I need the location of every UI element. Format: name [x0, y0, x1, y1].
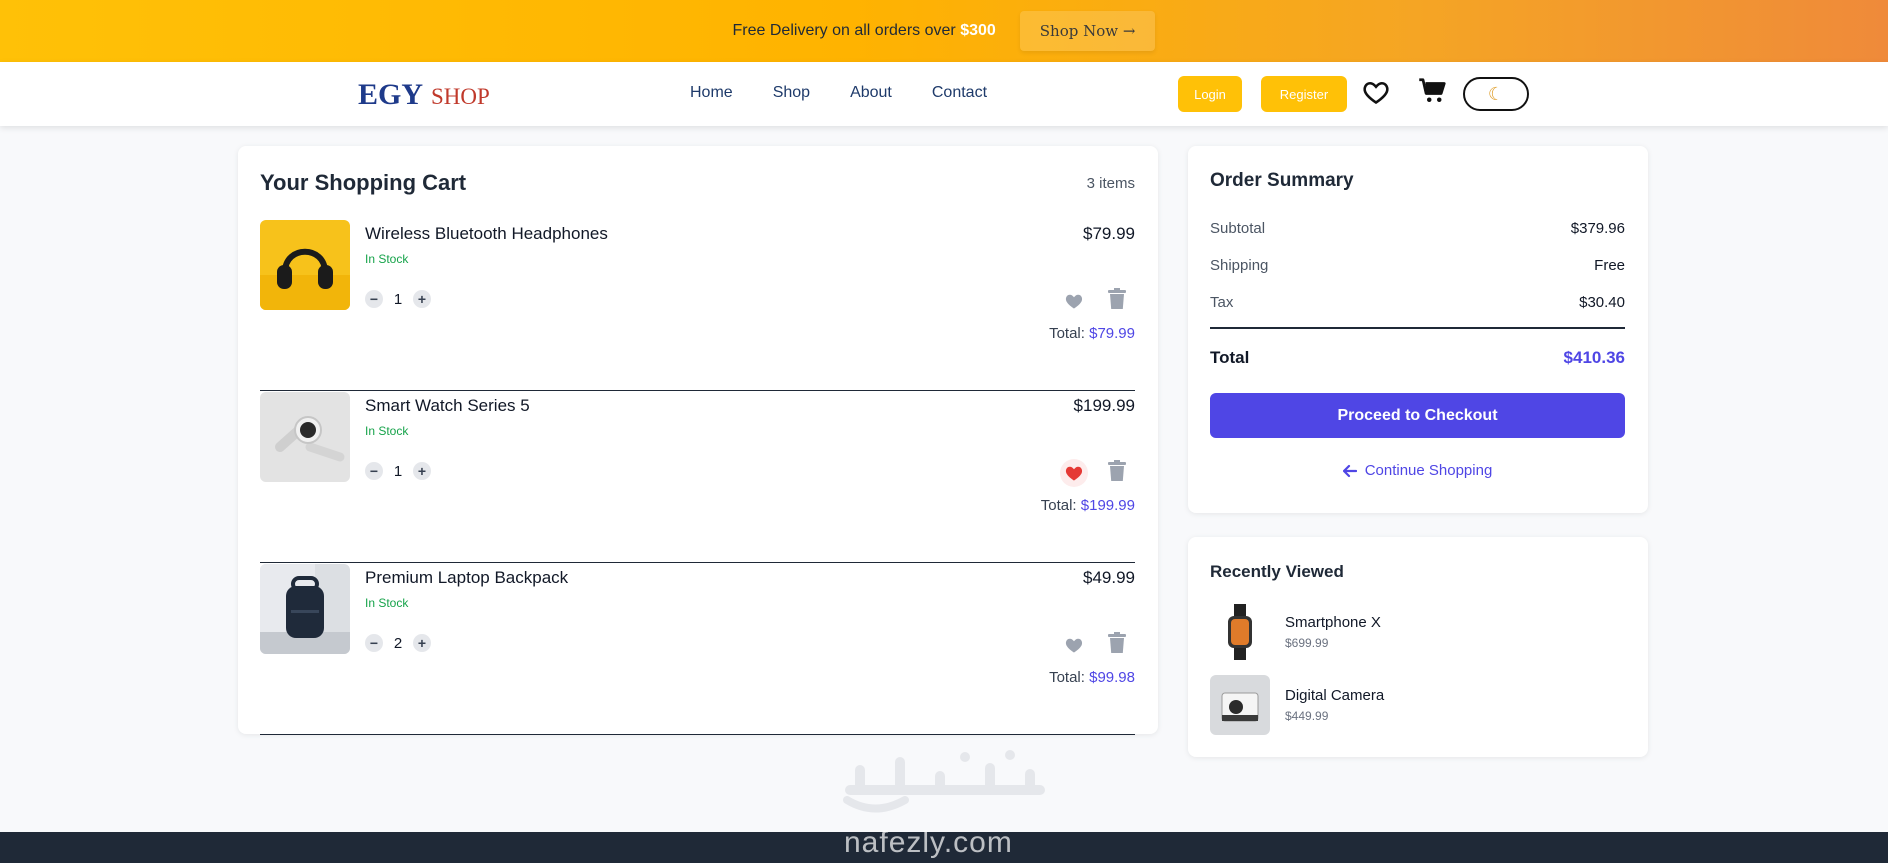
recent-item-price: $449.99 — [1285, 709, 1329, 723]
register-button[interactable]: Register — [1261, 76, 1347, 112]
item-name[interactable]: Wireless Bluetooth Headphones — [365, 224, 608, 244]
shipping-value: Free — [1594, 257, 1625, 274]
item-price: $79.99 — [1083, 224, 1135, 243]
line-total-label: Total: — [1049, 325, 1085, 342]
quantity-stepper: − 1 + — [365, 462, 431, 480]
summary-divider — [1210, 327, 1625, 329]
nav-contact[interactable]: Contact — [932, 84, 987, 102]
total-value: $410.36 — [1563, 348, 1625, 367]
stock-status: In Stock — [365, 596, 409, 610]
nav-home[interactable]: Home — [690, 84, 733, 102]
promo-message: Free Delivery on all orders over — [732, 22, 956, 39]
cart-item: Wireless Bluetooth Headphones In Stock −… — [260, 220, 1135, 391]
quantity-value: 2 — [393, 634, 403, 652]
nav-shop[interactable]: Shop — [773, 84, 810, 102]
stock-status: In Stock — [365, 424, 409, 438]
tax-value: $30.40 — [1579, 294, 1625, 311]
item-name[interactable]: Smart Watch Series 5 — [365, 396, 530, 416]
heart-icon[interactable] — [1362, 78, 1390, 106]
arrow-left-icon — [1342, 464, 1357, 477]
product-image-smartwatch[interactable] — [260, 392, 350, 482]
total-label: Total — [1210, 348, 1250, 367]
watermark-logo — [835, 745, 1060, 820]
continue-shopping-label: Continue Shopping — [1364, 462, 1493, 479]
line-total-value: $79.99 — [1089, 325, 1135, 342]
shipping-row: Shipping Free — [1210, 257, 1625, 274]
shopping-cart: Your Shopping Cart 3 items Wireless Blue… — [238, 146, 1158, 735]
subtotal-label: Subtotal — [1210, 220, 1266, 237]
line-total: Total: $99.98 — [1049, 669, 1135, 686]
increase-qty-button[interactable]: + — [413, 462, 431, 480]
promo-banner: Free Delivery on all orders over $300 Sh… — [0, 0, 1888, 62]
continue-shopping-link[interactable]: Continue Shopping — [1210, 462, 1625, 479]
watermark-text: nafezly.com — [844, 826, 1013, 859]
subtotal-value: $379.96 — [1570, 220, 1625, 237]
subtotal-row: Subtotal $379.96 — [1210, 220, 1625, 237]
trash-icon[interactable] — [1107, 288, 1129, 312]
quantity-stepper: − 2 + — [365, 634, 431, 652]
favorite-heart-icon[interactable] — [1060, 631, 1088, 659]
line-total-label: Total: — [1040, 497, 1077, 514]
product-image-headphones[interactable] — [260, 220, 350, 310]
nav-about[interactable]: About — [850, 84, 892, 102]
promo-text: Free Delivery on all orders over $300 — [733, 22, 996, 40]
recent-title: Recently Viewed — [1210, 562, 1344, 581]
logo[interactable]: EGY SHOP — [358, 78, 490, 112]
tax-row: Tax $30.40 — [1210, 294, 1625, 311]
nav-links: Home Shop About Contact — [690, 84, 987, 102]
decrease-qty-button[interactable]: − — [365, 634, 383, 652]
favorite-heart-icon[interactable] — [1060, 459, 1088, 487]
summary-title: Order Summary — [1210, 170, 1354, 191]
recent-item-name: Digital Camera — [1285, 687, 1385, 704]
decrease-qty-button[interactable]: − — [365, 462, 383, 480]
recently-viewed: Recently Viewed Smartphone X $699.99 Dig… — [1188, 537, 1648, 757]
stock-status: In Stock — [365, 252, 409, 266]
quantity-value: 1 — [393, 290, 403, 308]
theme-toggle[interactable]: ☾ — [1463, 77, 1529, 111]
cart-title: Your Shopping Cart — [260, 170, 467, 195]
logo-shop: SHOP — [431, 84, 490, 109]
item-price: $199.99 — [1073, 396, 1135, 415]
line-total: Total: $199.99 — [1041, 497, 1135, 514]
login-button[interactable]: Login — [1178, 76, 1242, 112]
favorite-heart-icon[interactable] — [1060, 287, 1088, 315]
recent-item[interactable]: Digital Camera $449.99 — [1210, 675, 1610, 735]
quantity-value: 1 — [393, 462, 403, 480]
line-total-value: $99.98 — [1089, 669, 1135, 686]
cart-item: Smart Watch Series 5 In Stock − 1 + $199… — [260, 392, 1135, 563]
tax-label: Tax — [1210, 294, 1234, 311]
trash-icon[interactable] — [1107, 632, 1129, 656]
increase-qty-button[interactable]: + — [413, 290, 431, 308]
item-name[interactable]: Premium Laptop Backpack — [365, 568, 568, 588]
line-total: Total: $79.99 — [1049, 325, 1135, 342]
line-total-label: Total: — [1049, 669, 1085, 686]
logo-egy: EGY — [358, 78, 424, 111]
item-price: $49.99 — [1083, 568, 1135, 587]
quantity-stepper: − 1 + — [365, 290, 431, 308]
order-summary: Order Summary Subtotal $379.96 Shipping … — [1188, 146, 1648, 513]
moon-icon: ☾ — [1487, 83, 1505, 104]
line-total-value: $199.99 — [1080, 497, 1135, 514]
navbar: EGY SHOP Home Shop About Contact Login Re… — [0, 62, 1888, 126]
checkout-button[interactable]: Proceed to Checkout — [1210, 393, 1625, 438]
total-row: Total $410.36 — [1210, 348, 1625, 368]
cart-item: Premium Laptop Backpack In Stock − 2 + $… — [260, 564, 1135, 735]
cart-item-count: 3 items — [1086, 175, 1135, 192]
recent-item[interactable]: Smartphone X $699.99 — [1210, 602, 1610, 662]
promo-amount: $300 — [960, 22, 996, 39]
product-image-backpack[interactable] — [260, 564, 350, 654]
cart-icon[interactable] — [1418, 76, 1448, 106]
trash-icon[interactable] — [1107, 460, 1129, 484]
decrease-qty-button[interactable]: − — [365, 290, 383, 308]
product-image-camera — [1210, 675, 1270, 735]
product-image-smartphone — [1210, 602, 1270, 662]
shipping-label: Shipping — [1210, 257, 1269, 274]
increase-qty-button[interactable]: + — [413, 634, 431, 652]
shop-now-button[interactable]: Shop Now → — [1019, 11, 1156, 51]
recent-item-name: Smartphone X — [1285, 614, 1381, 631]
recent-item-price: $699.99 — [1285, 636, 1329, 650]
